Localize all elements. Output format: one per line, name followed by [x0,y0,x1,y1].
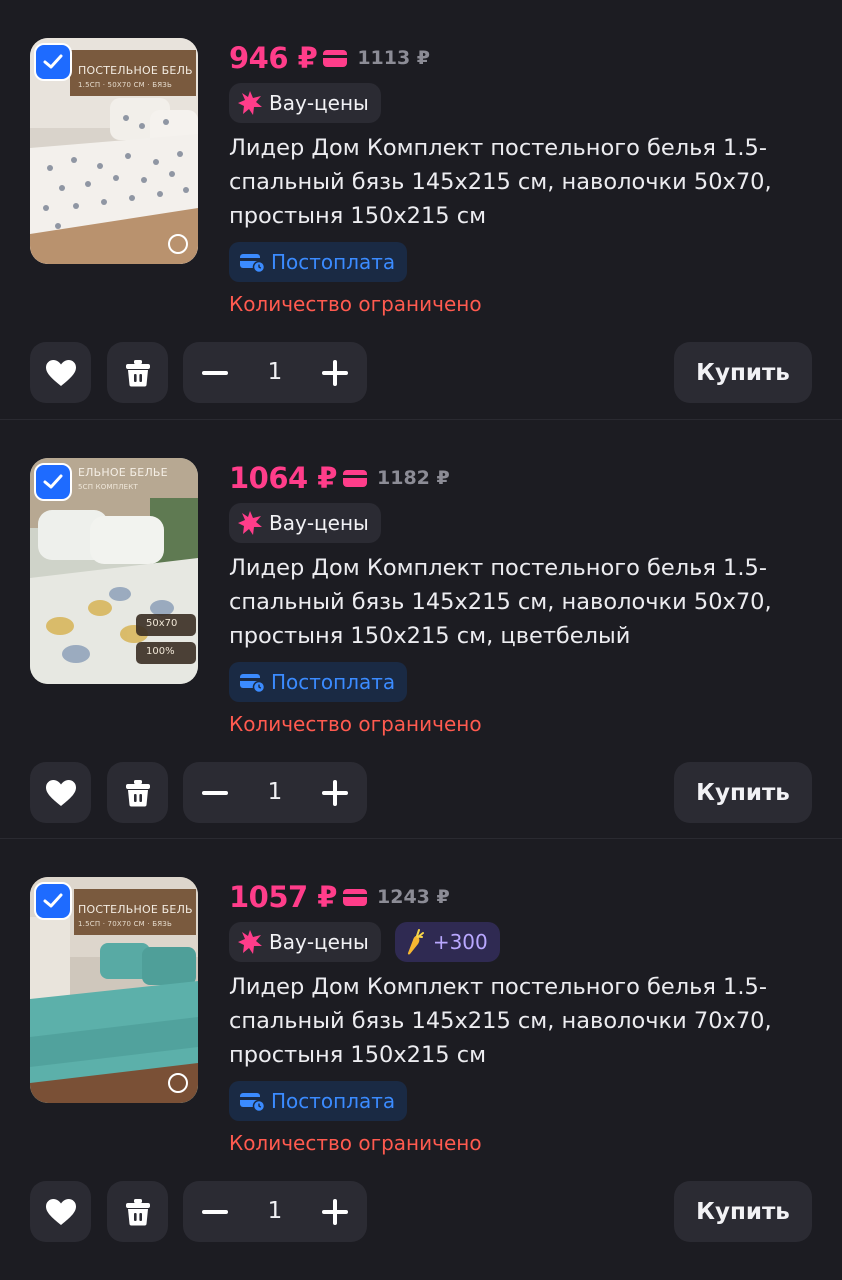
points-badge[interactable]: +300 [394,922,500,962]
heart-icon [45,779,76,806]
select-checkbox[interactable] [34,463,72,501]
burst-icon [238,930,262,954]
delete-button[interactable] [107,1181,168,1242]
trash-icon [125,779,150,806]
delete-button[interactable] [107,762,168,823]
wow-price-badge[interactable]: Вау-цены [229,503,381,543]
increase-button[interactable] [305,1181,365,1242]
current-price: 1064 ₽ [229,461,338,495]
plus-icon [322,779,348,806]
postpay-card-icon [240,1093,265,1112]
minus-icon [202,790,228,795]
wow-price-badge[interactable]: Вау-цены [229,83,381,123]
price-row: 946 ₽ 1113 ₽ [229,36,822,80]
current-price: 946 ₽ [229,41,318,75]
item-actions: 1 Купить [30,1181,812,1242]
cotton-tag: 100% [146,646,175,657]
quantity-stepper: 1 [183,342,367,403]
old-price: 1243 ₽ [377,886,450,908]
plus-icon [322,359,348,386]
select-checkbox[interactable] [34,43,72,81]
check-icon [43,474,63,489]
plus-icon [322,1198,348,1225]
favorite-button[interactable] [30,1181,91,1242]
heart-icon [45,1198,76,1225]
carrot-icon [407,929,424,955]
heart-icon [45,359,76,386]
thumbnail-caption: ЕЛЬНОЕ БЕЛЬЕ 5СП КОМПЛЕКТ [78,466,168,491]
minus-icon [202,1209,228,1214]
card-icon [343,469,367,487]
price-row: 1064 ₽ 1182 ₽ [229,456,822,500]
limited-stock-note: Количество ограничено [229,1131,482,1155]
postpay-card-icon [240,674,265,693]
favorite-button[interactable] [30,342,91,403]
buy-button[interactable]: Купить [674,762,812,823]
limited-stock-note: Количество ограничено [229,292,482,316]
postpay-badge[interactable]: Постоплата [229,242,408,282]
trash-icon [125,1198,150,1225]
product-title[interactable]: Лидер Дом Комплект постельного белья 1.5… [229,551,819,653]
decrease-button[interactable] [185,762,245,823]
thumbnail-caption: ПОСТЕЛЬНОЕ БЕЛЬЕ 1.5СП · 50X70 СМ · БЯЗЬ [78,64,192,89]
buy-button[interactable]: Купить [674,342,812,403]
badges: Вау-цены [229,503,822,543]
item-actions: 1 Купить [30,342,812,403]
product-info: 1064 ₽ 1182 ₽ Вау-цены Лидер Дом Комплек… [229,456,822,736]
minus-icon [202,370,228,375]
price-row: 1057 ₽ 1243 ₽ [229,875,822,919]
product-info: 1057 ₽ 1243 ₽ Вау-цены +300 Лидер Дом Ко… [229,875,822,1155]
quantity-value: 1 [267,779,283,805]
quantity-value: 1 [267,1198,283,1224]
product-info: 946 ₽ 1113 ₽ Вау-цены Лидер Дом Комплект… [229,36,822,316]
increase-button[interactable] [305,762,365,823]
delete-button[interactable] [107,342,168,403]
trash-icon [125,359,150,386]
buy-button[interactable]: Купить [674,1181,812,1242]
item-actions: 1 Купить [30,762,812,823]
badges: Вау-цены +300 [229,922,822,962]
cart-item: ПОСТЕЛЬНОЕ БЕЛЬЕ 1.5СП · 70X70 СМ · БЯЗЬ… [0,838,842,1257]
decrease-button[interactable] [185,1181,245,1242]
burst-icon [238,511,262,535]
thumbnail-caption: ПОСТЕЛЬНОЕ БЕЛЬЕ 1.5СП · 70X70 СМ · БЯЗЬ [78,903,192,928]
card-icon [343,888,367,906]
postpay-card-icon [240,254,265,273]
postpay-badge[interactable]: Постоплата [229,1081,408,1121]
product-title[interactable]: Лидер Дом Комплект постельного белья 1.5… [229,970,819,1072]
quantity-stepper: 1 [183,1181,367,1242]
card-icon [323,49,348,67]
burst-icon [238,91,262,115]
select-checkbox[interactable] [34,882,72,920]
old-price: 1113 ₽ [357,47,431,69]
check-icon [43,54,63,69]
old-price: 1182 ₽ [377,467,450,489]
badges: Вау-цены [229,83,822,123]
increase-button[interactable] [305,342,365,403]
cart-list: ПОСТЕЛЬНОЕ БЕЛЬЕ 1.5СП · 50X70 СМ · БЯЗЬ… [0,0,842,1280]
current-price: 1057 ₽ [229,880,338,914]
size-tag: 50x70 [146,618,178,629]
quantity-value: 1 [267,359,283,385]
cart-item: ЕЛЬНОЕ БЕЛЬЕ 5СП КОМПЛЕКТ 50x70 100% 106… [0,419,842,838]
cart-item: ПОСТЕЛЬНОЕ БЕЛЬЕ 1.5СП · 50X70 СМ · БЯЗЬ… [0,0,842,419]
quantity-stepper: 1 [183,762,367,823]
check-icon [43,893,63,908]
favorite-button[interactable] [30,762,91,823]
postpay-badge[interactable]: Постоплата [229,662,408,702]
limited-stock-note: Количество ограничено [229,712,482,736]
decrease-button[interactable] [185,342,245,403]
wow-price-badge[interactable]: Вау-цены [229,922,381,962]
product-title[interactable]: Лидер Дом Комплект постельного белья 1.5… [229,131,819,233]
